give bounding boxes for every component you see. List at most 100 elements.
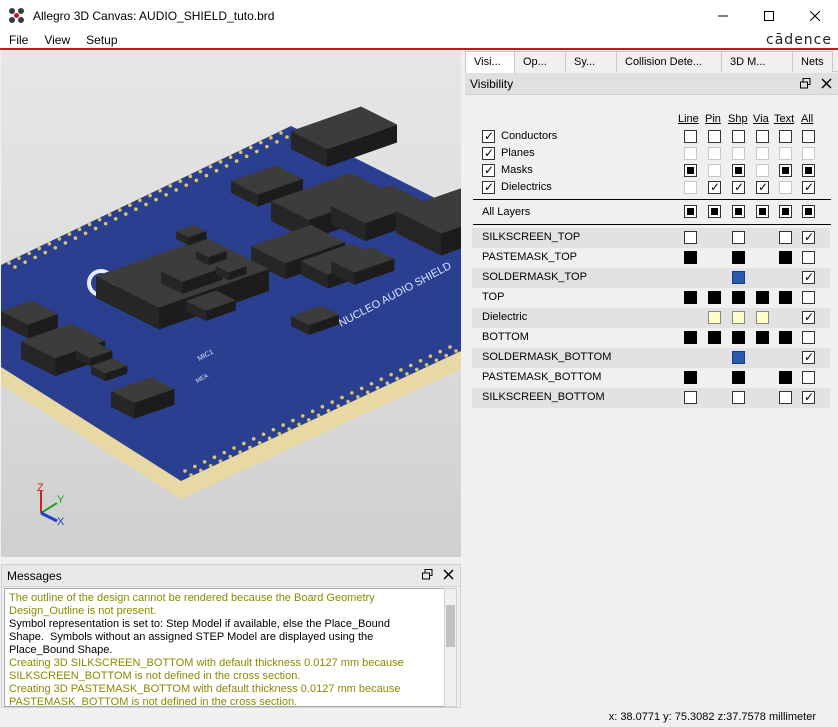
group-masks-pin[interactable] bbox=[708, 164, 721, 177]
group-planes-via[interactable] bbox=[756, 147, 769, 160]
group-planes-text[interactable] bbox=[779, 147, 792, 160]
maximize-button[interactable] bbox=[746, 0, 792, 31]
group-toggle-conductors[interactable] bbox=[482, 128, 495, 144]
group-dielectrics-pin[interactable] bbox=[708, 179, 721, 195]
group-conductors-text[interactable] bbox=[779, 130, 792, 143]
layer-dielectric-shp[interactable] bbox=[732, 311, 745, 324]
layer-top-text[interactable] bbox=[779, 291, 792, 304]
visibility-header: Visibility bbox=[465, 73, 838, 95]
layer-soldermask_top-shp[interactable] bbox=[732, 271, 745, 284]
group-masks-text[interactable] bbox=[779, 164, 792, 177]
tab-visi[interactable]: Visi... bbox=[465, 51, 515, 73]
menu-file[interactable]: File bbox=[0, 33, 35, 47]
all-layers-text[interactable] bbox=[779, 205, 792, 218]
layer-top-all[interactable] bbox=[802, 291, 815, 304]
layer-row[interactable]: PASTEMASK_BOTTOM bbox=[472, 368, 830, 388]
close-button[interactable] bbox=[792, 0, 838, 31]
layer-pastemask_top-line[interactable] bbox=[684, 251, 697, 264]
group-planes-pin[interactable] bbox=[708, 147, 721, 160]
layer-top-pin[interactable] bbox=[708, 291, 721, 304]
3d-canvas-viewport[interactable]: NUCLEO AUDIO SHIELD MIC1 MEA Z Y X bbox=[1, 51, 461, 557]
group-conductors-shp[interactable] bbox=[732, 130, 745, 143]
group-masks-line[interactable] bbox=[684, 164, 697, 177]
layer-bottom-line[interactable] bbox=[684, 331, 697, 344]
layer-soldermask_bottom-all[interactable] bbox=[802, 349, 815, 365]
layer-pastemask_top-text[interactable] bbox=[779, 251, 792, 264]
group-conductors-via[interactable] bbox=[756, 130, 769, 143]
menu-setup[interactable]: Setup bbox=[77, 33, 124, 47]
group-dielectrics-via[interactable] bbox=[756, 179, 769, 195]
layer-row[interactable]: Dielectric bbox=[472, 308, 830, 328]
group-toggle-masks[interactable] bbox=[482, 162, 495, 178]
group-masks-via[interactable] bbox=[756, 164, 769, 177]
layer-row[interactable]: SOLDERMASK_TOP bbox=[472, 268, 830, 288]
layer-top-line[interactable] bbox=[684, 291, 697, 304]
menu-view[interactable]: View bbox=[35, 33, 77, 47]
group-conductors-all[interactable] bbox=[802, 130, 815, 143]
all-layers-line[interactable] bbox=[684, 205, 697, 218]
minimize-button[interactable] bbox=[700, 0, 746, 31]
layer-silkscreen_top-shp[interactable] bbox=[732, 231, 745, 244]
layer-silkscreen_bottom-all[interactable] bbox=[802, 389, 815, 405]
layer-silkscreen_bottom-text[interactable] bbox=[779, 391, 792, 404]
layer-soldermask_bottom-shp[interactable] bbox=[732, 351, 745, 364]
messages-scrollbar[interactable] bbox=[444, 588, 457, 707]
all-layers-shp[interactable] bbox=[732, 205, 745, 218]
layer-silkscreen_bottom-line[interactable] bbox=[684, 391, 697, 404]
group-conductors-line[interactable] bbox=[684, 130, 697, 143]
tab-op[interactable]: Op... bbox=[514, 51, 566, 72]
layer-top-via[interactable] bbox=[756, 291, 769, 304]
group-dielectrics-all[interactable] bbox=[802, 179, 815, 195]
group-planes-line[interactable] bbox=[684, 147, 697, 160]
layer-bottom-text[interactable] bbox=[779, 331, 792, 344]
layer-pastemask_bottom-text[interactable] bbox=[779, 371, 792, 384]
layer-pastemask_bottom-all[interactable] bbox=[802, 371, 815, 384]
group-dielectrics-text[interactable] bbox=[779, 181, 792, 194]
float-panel-icon[interactable] bbox=[800, 78, 811, 89]
layer-row[interactable]: PASTEMASK_TOP bbox=[472, 248, 830, 268]
close-panel-icon[interactable] bbox=[821, 78, 832, 89]
tab-sy[interactable]: Sy... bbox=[565, 51, 617, 72]
layer-bottom-all[interactable] bbox=[802, 331, 815, 344]
layer-pastemask_top-all[interactable] bbox=[802, 251, 815, 264]
layer-bottom-shp[interactable] bbox=[732, 331, 745, 344]
layer-silkscreen_top-line[interactable] bbox=[684, 231, 697, 244]
layer-row[interactable]: SILKSCREEN_TOP bbox=[472, 228, 830, 248]
layer-dielectric-pin[interactable] bbox=[708, 311, 721, 324]
layer-dielectric-all[interactable] bbox=[802, 309, 815, 325]
group-conductors-pin[interactable] bbox=[708, 130, 721, 143]
all-layers-via[interactable] bbox=[756, 205, 769, 218]
layer-top-shp[interactable] bbox=[732, 291, 745, 304]
tab-nets[interactable]: Nets bbox=[792, 51, 833, 72]
layer-silkscreen_bottom-shp[interactable] bbox=[732, 391, 745, 404]
float-panel-icon[interactable] bbox=[422, 569, 433, 580]
group-planes-all[interactable] bbox=[802, 147, 815, 160]
layer-pastemask_bottom-line[interactable] bbox=[684, 371, 697, 384]
all-layers-pin[interactable] bbox=[708, 205, 721, 218]
layer-pastemask_top-shp[interactable] bbox=[732, 251, 745, 264]
group-planes-shp[interactable] bbox=[732, 147, 745, 160]
group-masks-shp[interactable] bbox=[732, 164, 745, 177]
messages-log[interactable]: The outline of the design cannot be rend… bbox=[4, 588, 447, 707]
layer-row[interactable]: TOP bbox=[472, 288, 830, 308]
layer-silkscreen_top-text[interactable] bbox=[779, 231, 792, 244]
tab-collision-dete[interactable]: Collision Dete... bbox=[616, 51, 722, 72]
group-dielectrics-line[interactable] bbox=[684, 181, 697, 194]
layer-row[interactable]: BOTTOM bbox=[472, 328, 830, 348]
layer-soldermask_top-all[interactable] bbox=[802, 269, 815, 285]
layer-pastemask_bottom-shp[interactable] bbox=[732, 371, 745, 384]
close-panel-icon[interactable] bbox=[443, 569, 454, 580]
group-toggle-planes[interactable] bbox=[482, 145, 495, 161]
all-layers-all[interactable] bbox=[802, 205, 815, 218]
tab-3d-m[interactable]: 3D M... bbox=[721, 51, 793, 72]
scroll-thumb[interactable] bbox=[446, 605, 455, 647]
layer-dielectric-via[interactable] bbox=[756, 311, 769, 324]
layer-row[interactable]: SILKSCREEN_BOTTOM bbox=[472, 388, 830, 408]
layer-bottom-via[interactable] bbox=[756, 331, 769, 344]
layer-silkscreen_top-all[interactable] bbox=[802, 229, 815, 245]
layer-bottom-pin[interactable] bbox=[708, 331, 721, 344]
group-dielectrics-shp[interactable] bbox=[732, 179, 745, 195]
group-toggle-dielectrics[interactable] bbox=[482, 179, 495, 195]
group-masks-all[interactable] bbox=[802, 164, 815, 177]
layer-row[interactable]: SOLDERMASK_BOTTOM bbox=[472, 348, 830, 368]
